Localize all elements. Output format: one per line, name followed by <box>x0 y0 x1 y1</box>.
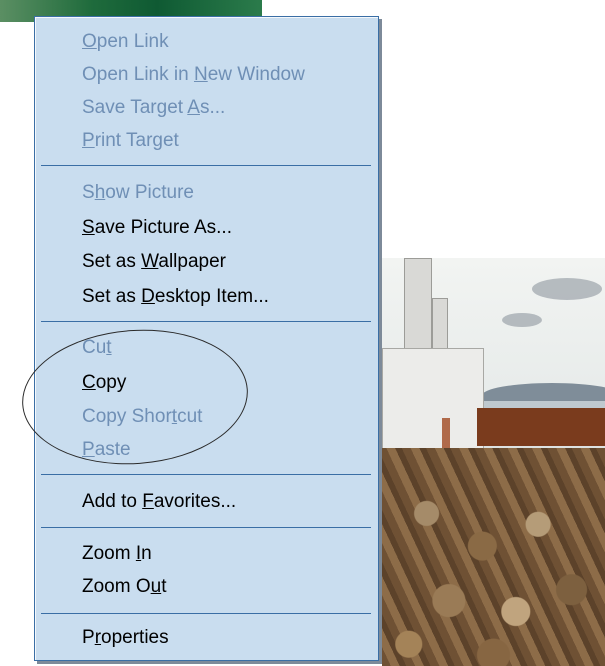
menu-item-print-target[interactable]: Print Target <box>82 127 179 155</box>
menu-item-zoom-out[interactable]: Zoom Out <box>82 573 166 601</box>
menu-separator <box>41 474 371 475</box>
menu-item-properties[interactable]: Properties <box>82 624 169 652</box>
menu-separator <box>41 613 371 614</box>
menu-item-save-picture-as[interactable]: Save Picture As... <box>82 214 232 242</box>
menu-item-add-to-favorites[interactable]: Add to Favorites... <box>82 488 236 516</box>
menu-item-save-target-as[interactable]: Save Target As... <box>82 94 225 122</box>
menu-item-zoom-in[interactable]: Zoom In <box>82 540 152 568</box>
menu-item-open-link[interactable]: Open Link <box>82 28 169 56</box>
menu-item-open-link-new-window[interactable]: Open Link in New Window <box>82 61 305 89</box>
background-photo-ship-logs <box>382 258 605 666</box>
menu-item-set-as-desktop-item[interactable]: Set as Desktop Item... <box>82 283 269 311</box>
menu-separator <box>41 321 371 322</box>
menu-item-show-picture[interactable]: Show Picture <box>82 179 194 207</box>
menu-separator <box>41 527 371 528</box>
menu-separator <box>41 165 371 166</box>
menu-item-set-as-wallpaper[interactable]: Set as Wallpaper <box>82 248 226 276</box>
